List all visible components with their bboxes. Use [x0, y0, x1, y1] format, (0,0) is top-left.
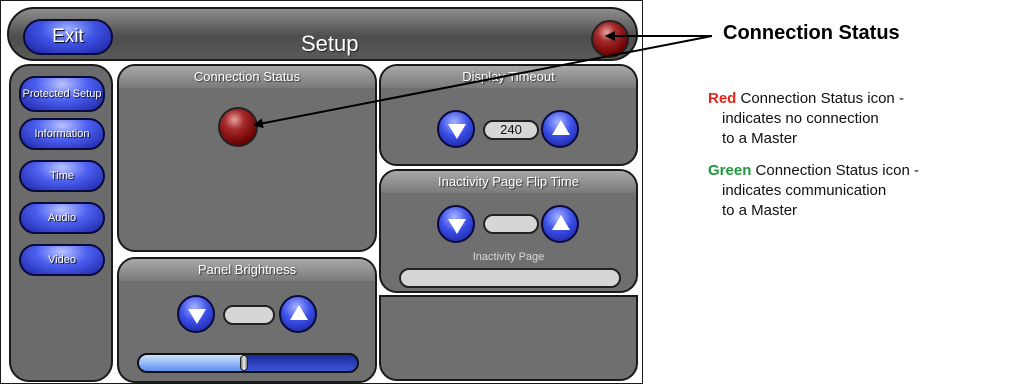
annotation-red-line2: indicates no connection [722, 110, 879, 127]
sidebar-item-audio[interactable]: Audio [19, 202, 105, 234]
empty-panel-area [379, 295, 638, 381]
inactivity-page-field[interactable] [399, 268, 621, 288]
connection-status-panel: Connection Status [117, 64, 377, 252]
connection-status-panel-title: Connection Status [119, 66, 375, 88]
down-arrow-icon [448, 219, 466, 234]
display-timeout-up-button[interactable] [541, 110, 579, 148]
sidebar-item-video[interactable]: Video [19, 244, 105, 276]
annotation-green-line1: Connection Status icon - [751, 162, 919, 179]
sidebar-item-protected-setup[interactable]: Protected Setup [19, 76, 105, 112]
sidebar: Protected Setup Information Time Audio V… [9, 64, 113, 382]
exit-button[interactable]: Exit [23, 19, 113, 55]
annotation-red-word: Red [708, 90, 737, 107]
brightness-value [223, 305, 275, 325]
inactivity-page-flip-panel-title: Inactivity Page Flip Time [381, 171, 636, 193]
inactivity-page-flip-panel: Inactivity Page Flip Time Inactivity Pag… [379, 169, 638, 293]
inactivity-value [483, 214, 539, 234]
display-timeout-down-button[interactable] [437, 110, 475, 148]
annotation-green-word: Green [708, 162, 752, 179]
panel-brightness-panel-title: Panel Brightness [119, 259, 375, 281]
annotation-red: Red Connection Status icon - indicates n… [708, 89, 904, 149]
inactivity-down-button[interactable] [437, 205, 475, 243]
annotation-green-line3: to a Master [722, 202, 798, 219]
page-title: Setup [301, 31, 359, 56]
sidebar-item-time[interactable]: Time [19, 160, 105, 192]
brightness-slider-fill [139, 355, 244, 371]
annotation-red-line1: Connection Status icon - [736, 90, 904, 107]
down-arrow-icon [188, 309, 206, 324]
annotation-title: Connection Status [723, 22, 900, 44]
touch-panel-screenshot: Exit Setup Protected Setup Information T… [0, 0, 643, 384]
connection-status-icon [591, 20, 629, 58]
display-timeout-panel-title: Display Timeout [381, 66, 636, 88]
annotation-green-line2: indicates communication [722, 182, 887, 199]
display-timeout-panel: Display Timeout 240 [379, 64, 638, 166]
down-arrow-icon [448, 124, 466, 139]
sidebar-item-information[interactable]: Information [19, 118, 105, 150]
panel-brightness-panel: Panel Brightness [117, 257, 377, 383]
connection-status-led-icon [218, 107, 258, 147]
annotation-green: Green Connection Status icon - indicates… [708, 161, 919, 221]
inactivity-page-label: Inactivity Page [472, 251, 545, 263]
brightness-slider[interactable] [137, 353, 359, 373]
annotation-red-line3: to a Master [722, 130, 798, 147]
up-arrow-icon [552, 120, 570, 135]
up-arrow-icon [552, 215, 570, 230]
brightness-slider-thumb[interactable] [239, 355, 248, 371]
up-arrow-icon [290, 305, 308, 320]
display-timeout-value: 240 [483, 120, 539, 140]
header-bar: Exit Setup [7, 7, 638, 61]
brightness-up-button[interactable] [279, 295, 317, 333]
inactivity-up-button[interactable] [541, 205, 579, 243]
brightness-down-button[interactable] [177, 295, 215, 333]
